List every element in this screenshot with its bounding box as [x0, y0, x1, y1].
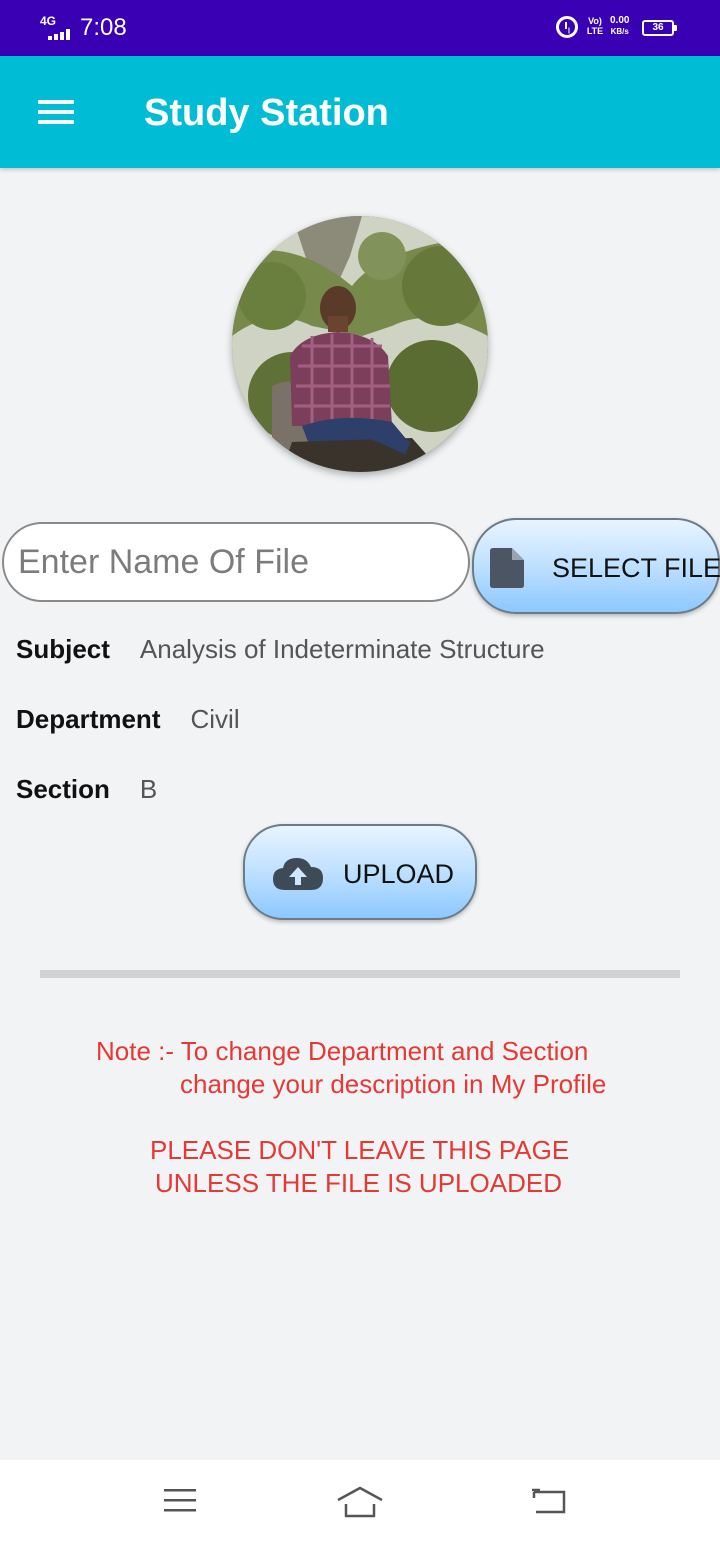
speed-value: 0.00	[610, 15, 630, 26]
profile-avatar	[232, 216, 488, 472]
subject-value: Analysis of Indeterminate Structure	[139, 634, 545, 664]
upload-button[interactable]: UPLOAD	[243, 824, 477, 920]
system-nav-bar	[0, 1460, 720, 1544]
app-title: Study Station	[144, 92, 389, 134]
back-icon[interactable]	[530, 1486, 568, 1516]
speed-unit: KB/s	[610, 27, 629, 36]
app-bar: Study Station	[0, 56, 720, 168]
home-icon[interactable]	[336, 1486, 384, 1518]
warning-line-2: UNLESS THE FILE IS UPLOADED	[155, 1168, 562, 1198]
file-name-input[interactable]	[2, 522, 470, 602]
select-file-label: SELECT FILE	[552, 553, 720, 583]
divider	[40, 970, 680, 978]
alarm-icon	[556, 16, 578, 38]
network-speed: 0.00 KB/s	[610, 15, 629, 37]
file-icon	[490, 548, 524, 588]
department-row: Department Civil	[16, 704, 240, 735]
department-label: Department	[16, 704, 161, 734]
section-label: Section	[16, 774, 110, 804]
upload-label: UPLOAD	[343, 859, 455, 889]
section-value: B	[139, 774, 158, 804]
battery-icon: 36	[642, 20, 677, 36]
network-type: 4G	[40, 14, 57, 28]
avatar-photo	[232, 216, 488, 472]
battery-level: 36	[652, 22, 664, 33]
section-row: Section B	[16, 774, 157, 805]
cloud-upload-icon	[273, 858, 323, 890]
hamburger-menu-icon[interactable]	[36, 98, 76, 126]
subject-label: Subject	[16, 634, 110, 664]
status-bar: 4G 7:08 Vo) LTE 0.00 KB/s 36	[0, 0, 720, 56]
select-file-button[interactable]: SELECT FILE	[472, 518, 720, 614]
warning-line-1: PLEASE DON'T LEAVE THIS PAGE	[150, 1135, 570, 1165]
note-line-1: Note :- To change Department and Section	[96, 1036, 589, 1066]
recent-apps-icon[interactable]	[162, 1486, 198, 1516]
volte-icon: Vo) LTE	[586, 16, 604, 36]
note-line-2: change your description in My Profile	[180, 1069, 607, 1099]
subject-row: Subject Analysis of Indeterminate Structu…	[16, 634, 545, 665]
status-time: 7:08	[80, 14, 127, 41]
signal-icon: 4G	[40, 14, 74, 40]
department-value: Civil	[190, 704, 240, 734]
